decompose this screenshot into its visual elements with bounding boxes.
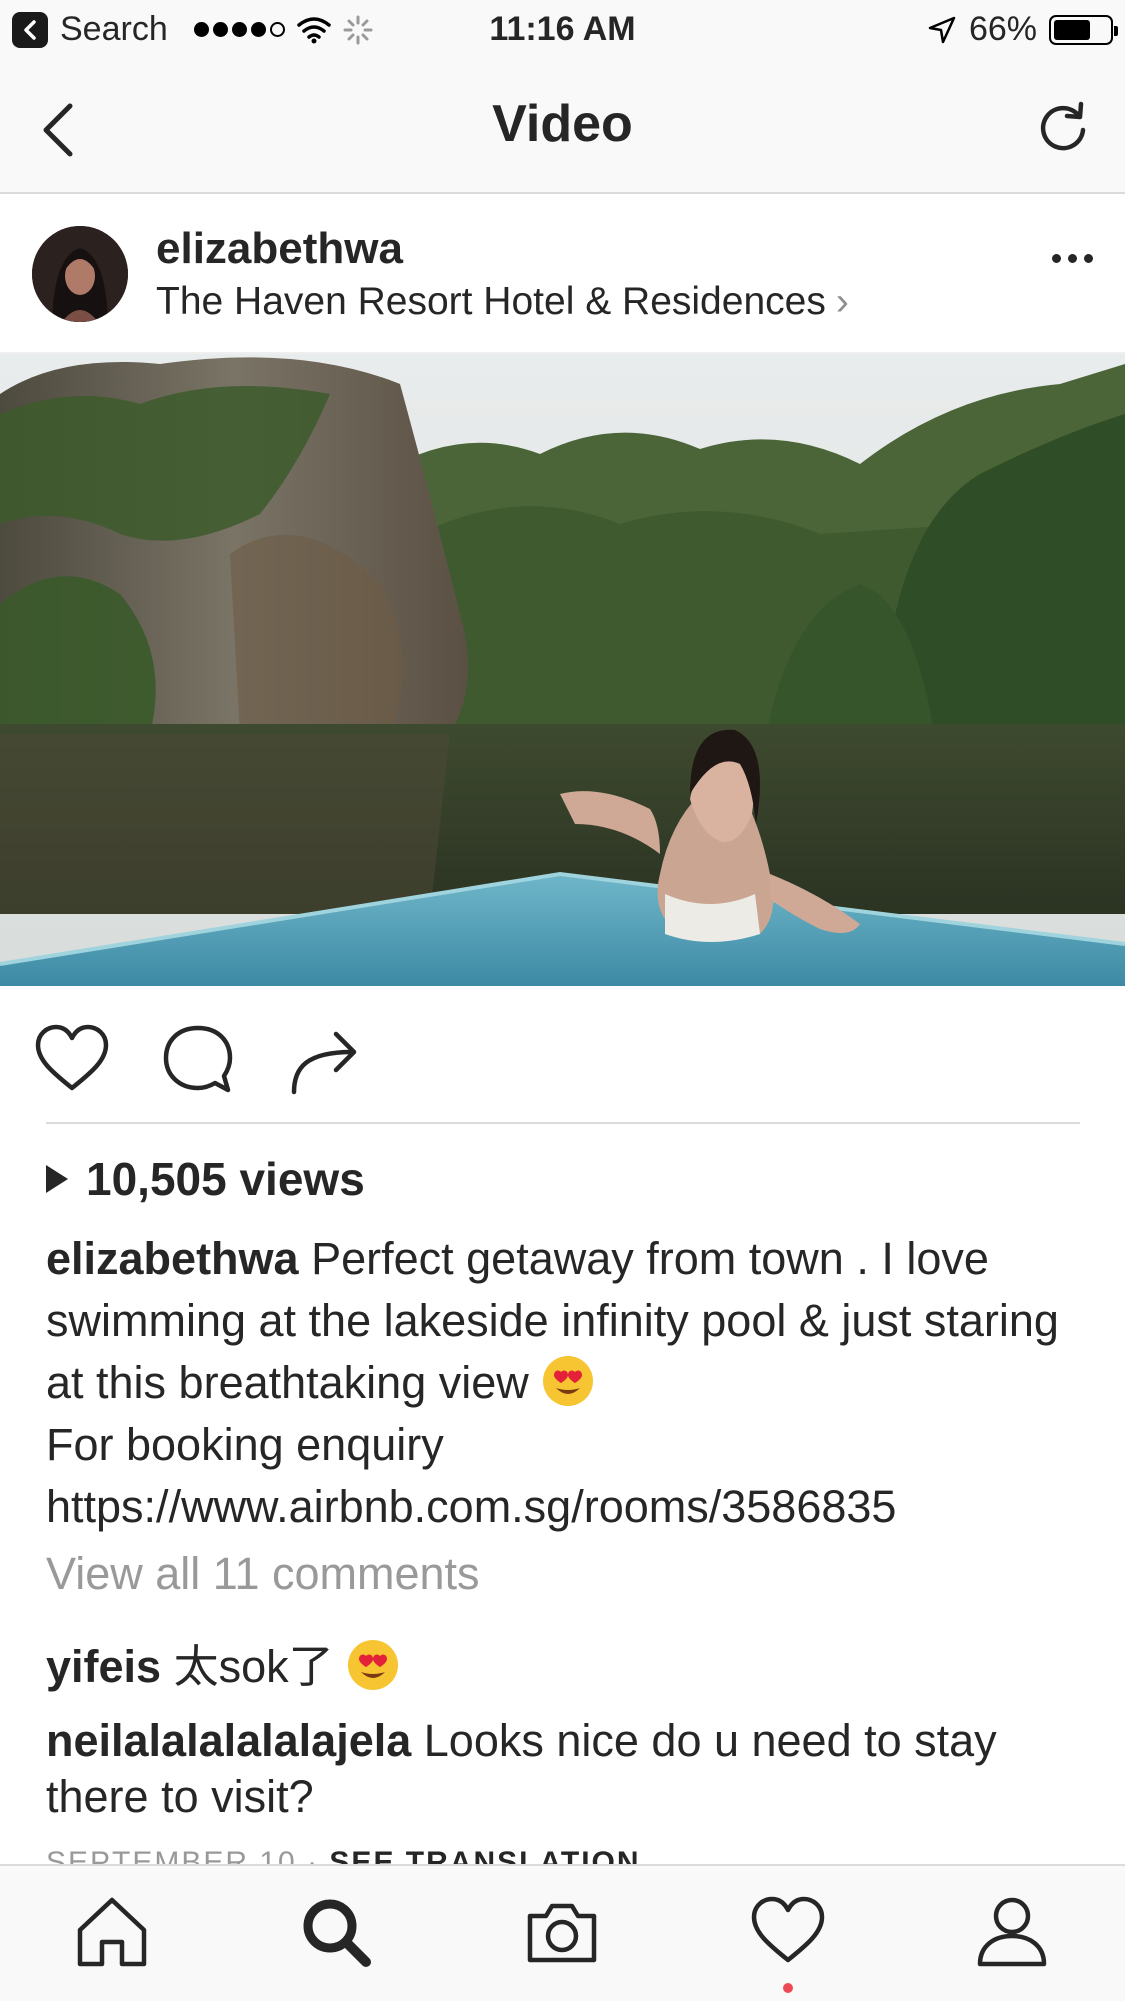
view-count[interactable]: 10,505 views (46, 1152, 365, 1206)
post-actions (0, 1010, 1125, 1110)
caption-booking: For booking enquiry (46, 1419, 444, 1470)
share-icon[interactable] (286, 1020, 366, 1100)
activity-heart-icon[interactable] (748, 1892, 828, 1972)
post-header: elizabethwa The Haven Resort Hotel & Res… (0, 194, 1125, 354)
avatar[interactable] (32, 226, 128, 322)
battery-icon (1049, 14, 1118, 45)
heart-icon[interactable] (32, 1020, 112, 1100)
divider (46, 1122, 1080, 1124)
caption-username[interactable]: elizabethwa (46, 1233, 299, 1284)
view-count-label[interactable]: 10,505 views (86, 1152, 365, 1206)
refresh-icon[interactable] (1033, 98, 1093, 158)
comment-item: neilalalalalalajela Looks nice do u need… (46, 1713, 1086, 1825)
status-bar: Search 11:16 AM 66% (0, 0, 1125, 60)
comment-item: yifeis 太sok了 (46, 1638, 1086, 1695)
location-arrow-icon (928, 16, 956, 43)
comment-icon[interactable] (158, 1020, 238, 1100)
comment-username[interactable]: neilalalalalalajela (46, 1715, 411, 1766)
post-username[interactable]: elizabethwa (156, 224, 403, 274)
tab-bar (0, 1864, 1125, 2001)
notification-dot (783, 1983, 793, 1993)
play-icon (46, 1165, 68, 1193)
nav-bar: Video (0, 60, 1125, 194)
heart-eyes-emoji-icon (543, 1356, 594, 1406)
video-player[interactable] (0, 354, 1125, 986)
post-location[interactable]: The Haven Resort Hotel & Residences › (156, 280, 849, 324)
heart-eyes-emoji-icon (348, 1640, 399, 1690)
caption-link[interactable]: https://www.airbnb.com.sg/rooms/3586835 (46, 1481, 896, 1532)
page-title: Video (492, 95, 633, 153)
camera-icon[interactable] (522, 1892, 602, 1972)
comment-username[interactable]: yifeis (46, 1641, 161, 1692)
view-all-comments-link[interactable]: View all 11 comments (46, 1548, 480, 1600)
chevron-right-icon: › (835, 280, 849, 323)
search-icon[interactable] (296, 1892, 376, 1972)
video-frame[interactable] (0, 354, 1125, 986)
post-caption: elizabethwa Perfect getaway from town . … (46, 1228, 1086, 1538)
battery-percent: 66% (968, 10, 1037, 48)
profile-icon[interactable] (972, 1892, 1052, 1972)
comment-text: 太sok了 (173, 1641, 334, 1692)
home-icon[interactable] (72, 1892, 152, 1972)
status-right: 66% (927, 10, 1118, 49)
more-options-icon[interactable] (1052, 254, 1093, 263)
location-label[interactable]: The Haven Resort Hotel & Residences (156, 280, 826, 323)
